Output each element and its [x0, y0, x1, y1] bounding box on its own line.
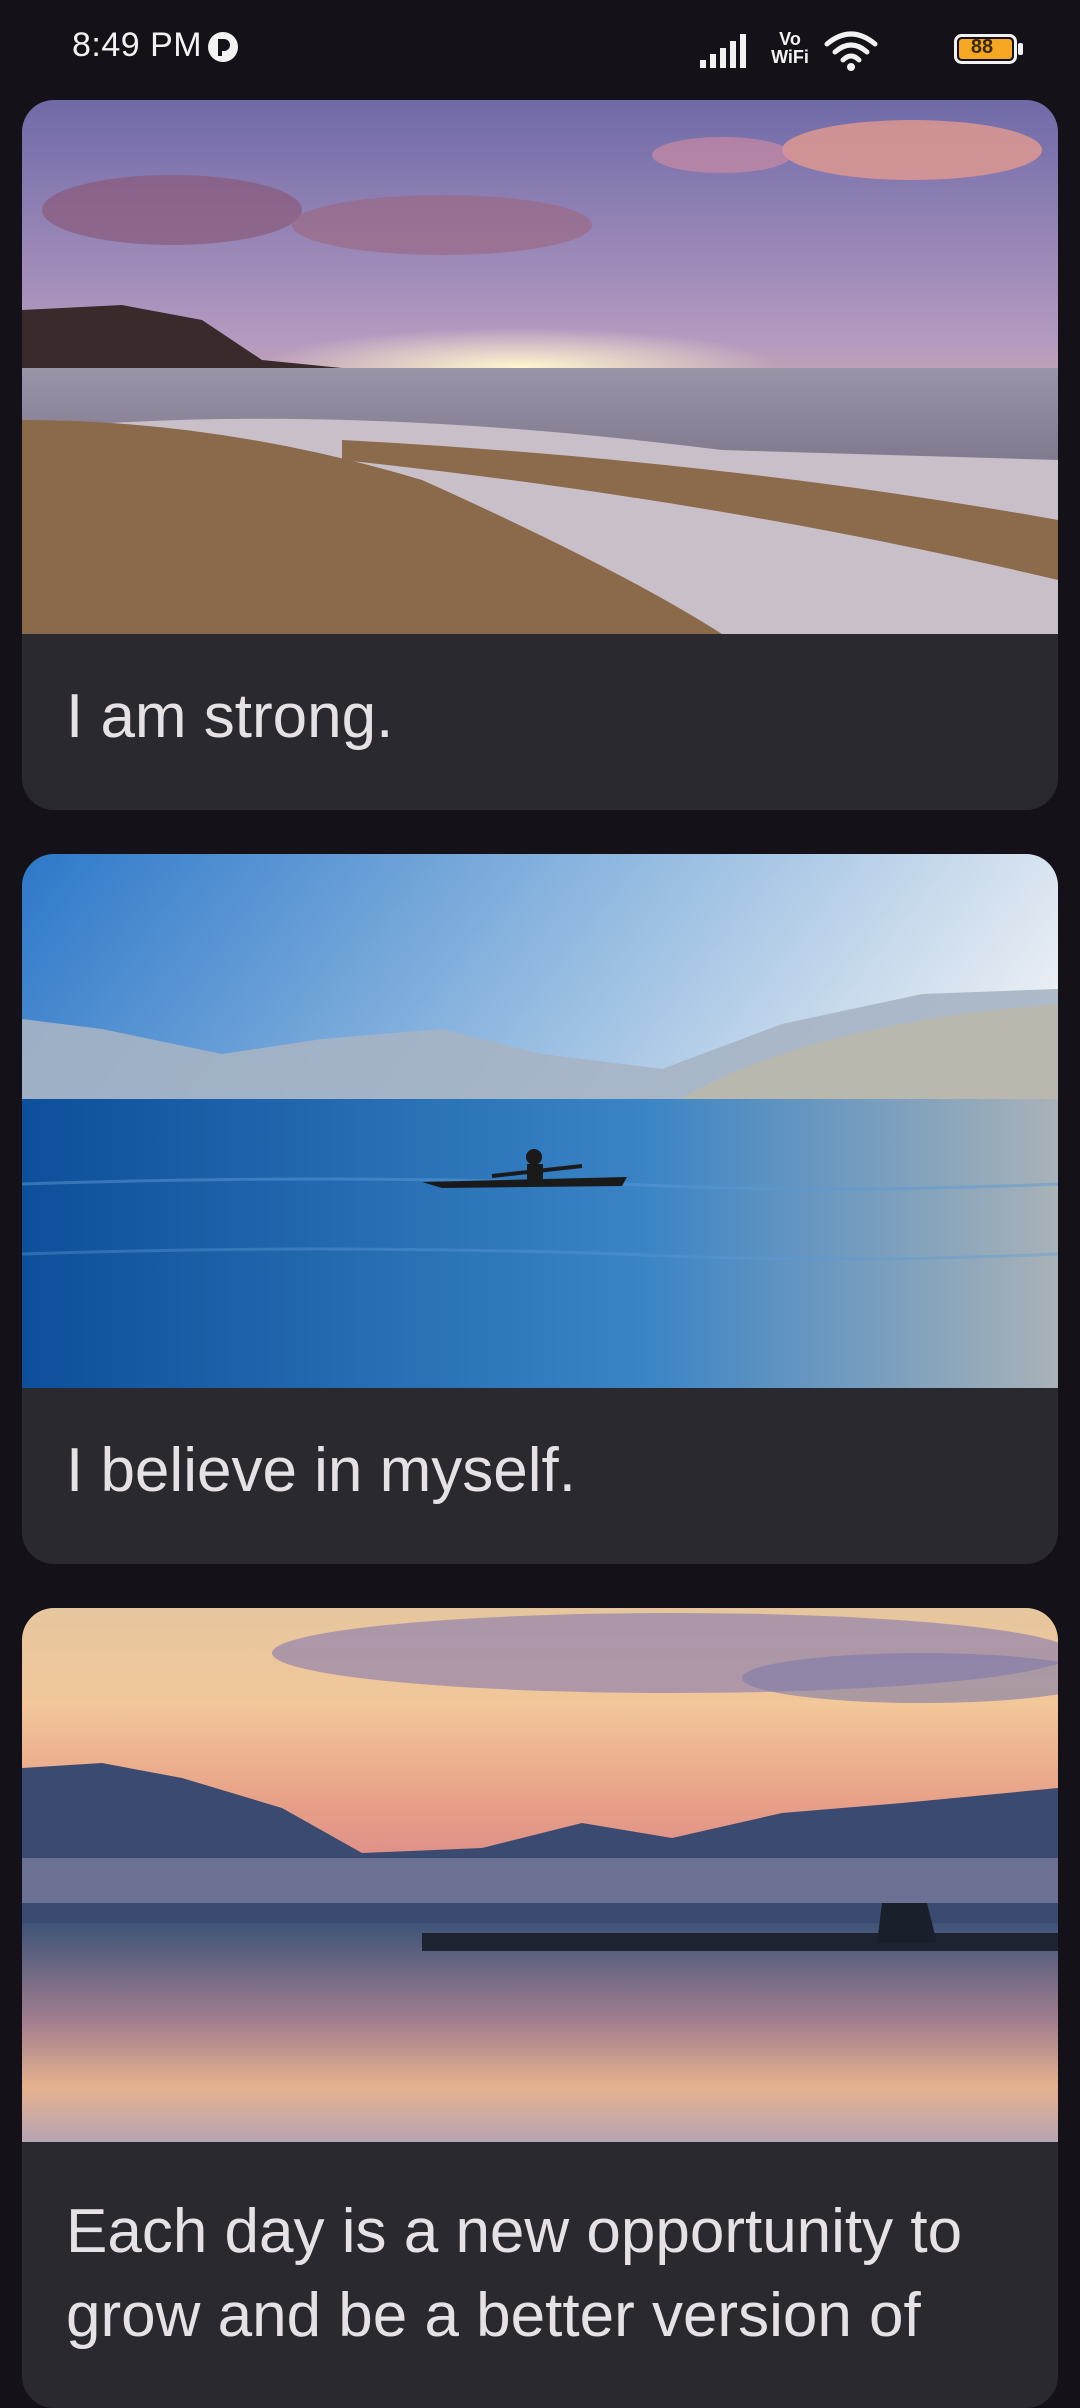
wifi-icon: [824, 31, 878, 71]
affirmation-card[interactable]: I believe in myself.: [22, 854, 1058, 1564]
affirmation-text: I am strong.: [66, 682, 394, 751]
app-notification-icon: [208, 32, 238, 62]
affirmation-text: I believe in myself.: [66, 1436, 576, 1505]
status-bar: 8:49 PM Vo WiFi 88: [0, 0, 1080, 96]
status-icons: Vo WiFi 88: [700, 24, 1024, 72]
battery-level: 88: [970, 36, 994, 58]
affirmation-text: Each day is a new opportunity to grow an…: [66, 2197, 963, 2350]
signal-icon: [700, 34, 746, 68]
beach-sunset-image: [22, 100, 1058, 634]
vowifi-icon: Vo WiFi: [771, 29, 809, 67]
affirmation-card[interactable]: Each day is a new opportunity to grow an…: [22, 1608, 1058, 2408]
status-time: 8:49 PM: [72, 26, 203, 64]
affirmation-card[interactable]: I am strong.: [22, 100, 1058, 810]
lake-dock-sunset-image: [22, 1608, 1058, 2142]
lake-kayak-image: [22, 854, 1058, 1388]
